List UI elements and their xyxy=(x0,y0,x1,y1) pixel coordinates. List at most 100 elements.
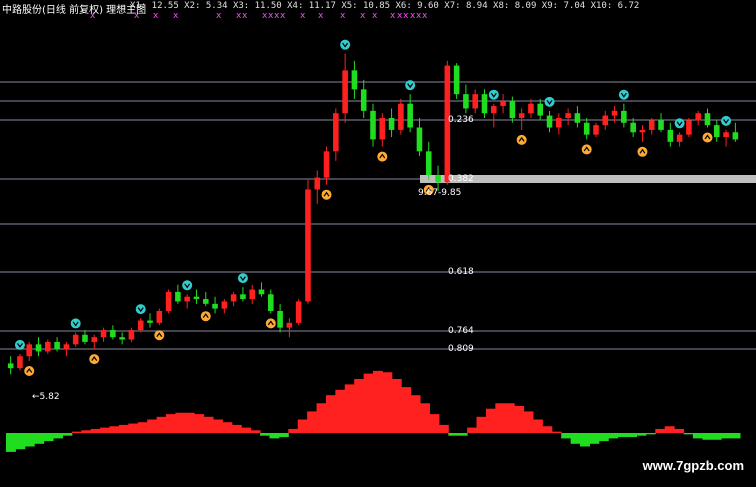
candle-body xyxy=(648,120,655,130)
oscillator-bar xyxy=(316,403,327,433)
candle-body xyxy=(360,89,367,111)
candle-body xyxy=(212,303,218,309)
sell-signal-marker xyxy=(14,339,25,350)
candle-body xyxy=(435,175,441,183)
oscillator-bar xyxy=(636,433,647,436)
oscillator-bar xyxy=(438,424,449,433)
candle-body xyxy=(732,132,739,140)
oscillator-bar xyxy=(128,423,139,433)
candle-body xyxy=(258,289,265,295)
sell-signal-marker xyxy=(674,118,685,129)
oscillator-bar xyxy=(118,424,129,433)
oscillator-bar xyxy=(297,419,308,433)
candle-body xyxy=(509,101,516,118)
oscillator-bar xyxy=(62,433,73,436)
candle-body xyxy=(593,125,599,135)
candle-body xyxy=(240,294,246,300)
oscillator-bar xyxy=(288,428,299,433)
oscillator-bar xyxy=(457,433,468,436)
oscillator-bar xyxy=(523,411,534,433)
oscillator-bar xyxy=(467,427,478,433)
candle-body xyxy=(398,103,404,130)
watermark: www.7gpzb.com xyxy=(642,458,744,473)
oscillator-bar xyxy=(373,370,383,433)
candle-body xyxy=(72,334,79,345)
sell-signal-marker xyxy=(237,273,248,284)
oscillator-bar xyxy=(175,412,186,433)
candle-body xyxy=(221,301,228,309)
fib-level-lines xyxy=(0,81,756,350)
candle-body xyxy=(686,120,692,135)
candle-body xyxy=(35,344,42,352)
oscillator-bar xyxy=(410,395,421,433)
buy-signal-marker xyxy=(321,189,332,200)
candle-body xyxy=(667,129,674,142)
candle-body xyxy=(453,65,460,95)
range-price-label: 9.67-9.85 xyxy=(418,188,462,198)
marker-row: xxxxxxxxxxxxxxxxxxxxxx xyxy=(0,11,756,23)
buy-signal-marker xyxy=(377,151,388,162)
candle-body xyxy=(314,177,321,190)
candle-body xyxy=(574,113,581,123)
candle-body xyxy=(676,134,683,142)
oscillator-bar xyxy=(382,372,393,433)
candle-body xyxy=(17,356,23,369)
oscillator-bar xyxy=(250,430,261,433)
buy-signal-marker xyxy=(516,134,527,145)
candle-body xyxy=(45,341,51,352)
candle-body xyxy=(342,70,348,114)
candle-body xyxy=(305,189,311,302)
candle-body xyxy=(630,122,636,133)
fib-level-label: 0.382 xyxy=(448,174,474,184)
buy-signal-marker xyxy=(24,366,35,377)
marker-symbol: x xyxy=(416,11,422,21)
candle-body xyxy=(295,301,302,323)
marker-symbol: x xyxy=(236,11,242,21)
marker-symbol: x xyxy=(360,11,366,21)
oscillator-bar xyxy=(90,428,101,433)
oscillator-bar xyxy=(692,433,703,439)
oscillator-bar xyxy=(156,416,167,433)
fib-level-label: 0.236 xyxy=(448,115,474,125)
oscillator-bar xyxy=(561,433,572,439)
candle-body xyxy=(147,320,153,323)
candle-body xyxy=(472,94,478,109)
candle-body xyxy=(379,117,386,140)
oscillator-bar xyxy=(485,408,496,433)
oscillator-bar xyxy=(683,433,694,435)
oscillator-bar xyxy=(627,433,637,438)
buy-signal-marker xyxy=(89,354,100,365)
oscillator-bar xyxy=(269,433,280,439)
candle-body xyxy=(137,320,144,331)
oscillator-bar xyxy=(307,411,318,433)
marker-symbol: x xyxy=(242,11,248,21)
oscillator-bar xyxy=(420,403,430,433)
oscillator-bar xyxy=(34,433,45,444)
sell-signal-marker xyxy=(618,89,629,100)
oscillator-bar xyxy=(674,428,685,433)
oscillator-bar xyxy=(608,433,619,439)
marker-symbol: x xyxy=(397,11,403,21)
oscillator-bar xyxy=(43,433,54,442)
oscillator-bar xyxy=(476,416,487,433)
oscillator-bar xyxy=(109,426,120,433)
marker-symbol: x xyxy=(153,11,159,21)
candle-body xyxy=(277,310,283,328)
oscillator-bar xyxy=(213,419,223,433)
candle-body xyxy=(370,110,376,140)
candle-body xyxy=(602,115,609,126)
candle-body xyxy=(7,363,14,369)
fib-level-label: 0.764 xyxy=(448,326,474,336)
buy-signal-marker xyxy=(581,144,592,155)
oscillator-bar xyxy=(401,387,412,433)
candle-body xyxy=(82,334,88,342)
oscillator-bar xyxy=(344,384,355,433)
buy-signal-marker xyxy=(200,311,211,322)
marker-symbol: x xyxy=(410,11,416,21)
oscillator-bar xyxy=(194,414,205,433)
oscillator-bar xyxy=(448,433,459,436)
oscillator-bar xyxy=(532,419,543,433)
candle-body xyxy=(351,70,358,90)
oscillator-bar xyxy=(71,431,82,433)
candle-body xyxy=(202,299,209,304)
